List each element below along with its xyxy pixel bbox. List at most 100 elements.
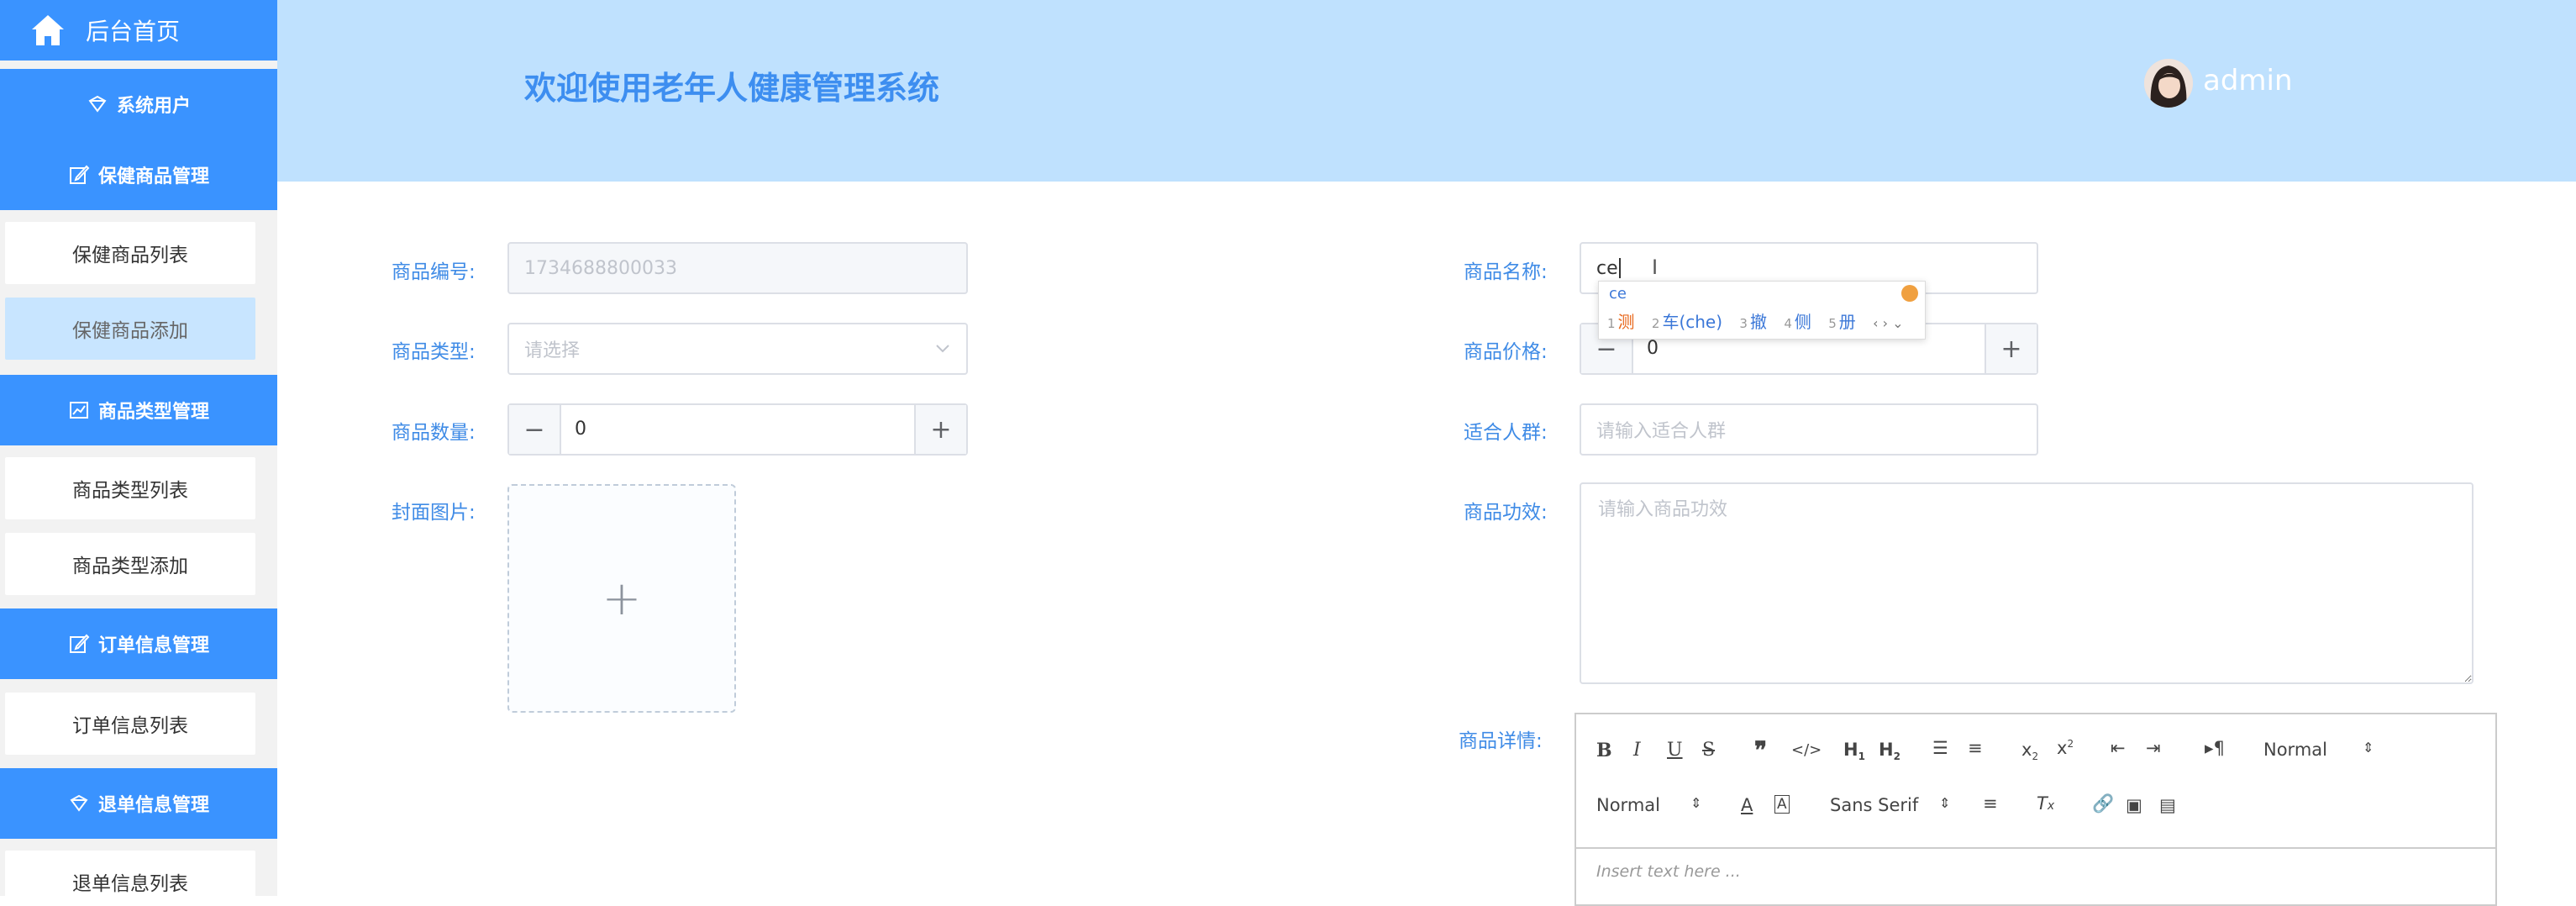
sidebar-item-label: 保健商品列表 (72, 245, 188, 266)
code-input: 1734688800033 (507, 242, 968, 294)
type-select[interactable]: 请选择 (507, 323, 968, 375)
avatar[interactable] (2144, 59, 2193, 108)
chevron-down-icon (936, 345, 949, 353)
ordered-list-icon[interactable]: ☰ (1932, 738, 1948, 758)
size-select[interactable]: Normal ⇕ (1596, 795, 1701, 815)
page-title: 欢迎使用老年人健康管理系统 (524, 70, 940, 107)
sidebar-item-label: 订单信息列表 (72, 715, 188, 737)
effect-label: 商品功效: (1464, 502, 1548, 524)
strike-icon[interactable]: S (1702, 740, 1715, 761)
type-label: 商品类型: (392, 341, 476, 363)
type-placeholder: 请选择 (524, 340, 581, 361)
sidebar-group-order-mgmt[interactable]: 订单信息管理 (0, 608, 277, 679)
sidebar-item-refund-list[interactable]: 退单信息列表 (5, 851, 255, 896)
header2-icon[interactable]: H2 (1879, 740, 1900, 762)
price-increase-button[interactable]: + (1985, 324, 2037, 373)
sidebar-item-label: 商品类型添加 (72, 556, 188, 577)
quantity-value[interactable]: 0 (575, 419, 586, 440)
align-icon[interactable]: ≡ (1983, 793, 1998, 814)
gem-icon (88, 95, 107, 113)
sidebar-group-label: 系统用户 (116, 96, 191, 117)
editor-toolbar: B I U S ❞ </> H1 H2 ☰ ≡ x2 x2 ⇤ ⇥ ▸¶ Nor… (1576, 714, 2495, 849)
sidebar-item-type-list[interactable]: 商品类型列表 (5, 457, 255, 519)
quantity-stepper: − 0 + (507, 403, 968, 456)
sidebar-group-system-users[interactable]: 系统用户 (0, 69, 277, 140)
text-color-icon[interactable]: A (1741, 795, 1753, 815)
ime-pinyin: ce (1609, 285, 1627, 303)
clear-format-icon[interactable]: Tx (2037, 793, 2054, 814)
ibeam-cursor-icon: I (1652, 255, 1659, 279)
bold-icon[interactable]: B (1596, 740, 1612, 761)
background-color-icon[interactable]: A (1774, 795, 1790, 814)
superscript-icon[interactable]: x2 (2057, 738, 2074, 758)
sidebar-item-label: 保健商品添加 (72, 320, 188, 342)
cover-label: 封面图片: (392, 502, 476, 524)
sidebar-item-product-list[interactable]: 保健商品列表 (5, 222, 255, 284)
edit-icon (69, 634, 90, 653)
sidebar-item-product-add[interactable]: 保健商品添加 (5, 298, 255, 360)
detail-label: 商品详情: (1459, 730, 1543, 752)
effect-textarea[interactable] (1580, 482, 2473, 684)
sidebar-home[interactable]: 后台首页 (0, 0, 277, 61)
ime-candidate[interactable]: 5册 (1828, 312, 1856, 332)
blockquote-icon[interactable]: ❞ (1754, 736, 1767, 764)
name-value: ce (1596, 257, 1618, 279)
top-header: 欢迎使用老年人健康管理系统 admin (277, 0, 2576, 182)
image-icon[interactable]: ▣ (2126, 795, 2142, 815)
text-cursor (1618, 258, 1621, 278)
audience-label: 适合人群: (1464, 422, 1548, 444)
price-value[interactable]: 0 (1647, 338, 1659, 359)
subscript-icon[interactable]: x2 (2021, 740, 2038, 762)
sidebar-group-label: 退单信息管理 (97, 795, 209, 816)
sidebar-group-label: 订单信息管理 (97, 635, 209, 656)
ime-candidate-popup: ce 1测 2 车(che) 3撤 4侧 5册 ‹ › ⌄ (1598, 281, 1926, 340)
rtl-direction-icon[interactable]: ▸¶ (2205, 738, 2225, 758)
sidebar: 后台首页 系统用户 保健商品管理 保健商品列表 保健商品添加 商品类型管理 商品… (0, 0, 277, 896)
code-label: 商品编号: (392, 261, 476, 283)
edit-icon (69, 165, 90, 184)
sidebar-item-type-add[interactable]: 商品类型添加 (5, 533, 255, 595)
home-icon (32, 15, 64, 45)
plus-icon: + (602, 571, 642, 626)
sidebar-group-refund-mgmt[interactable]: 退单信息管理 (0, 768, 277, 839)
username[interactable]: admin (2203, 64, 2293, 97)
chart-icon (69, 402, 88, 419)
cover-uploader[interactable]: + (507, 484, 736, 713)
outdent-icon[interactable]: ⇤ (2111, 738, 2126, 758)
sidebar-group-label: 商品类型管理 (97, 402, 209, 423)
sidebar-group-label: 保健商品管理 (97, 166, 209, 187)
link-icon[interactable]: 🔗 (2092, 793, 2114, 814)
underline-icon[interactable]: U (1667, 740, 1683, 761)
bullet-list-icon[interactable]: ≡ (1968, 738, 1983, 758)
italic-icon[interactable]: I (1633, 740, 1641, 761)
ime-candidate[interactable]: 1测 (1607, 312, 1635, 332)
user-avatar-icon (2144, 59, 2193, 108)
sidebar-item-order-list[interactable]: 订单信息列表 (5, 693, 255, 755)
name-label: 商品名称: (1464, 261, 1548, 283)
sidebar-home-label: 后台首页 (86, 18, 181, 45)
price-label: 商品价格: (1464, 341, 1548, 363)
gem-icon (70, 794, 88, 812)
code-block-icon[interactable]: </> (1791, 741, 1822, 759)
quantity-label: 商品数量: (392, 422, 476, 444)
header1-icon[interactable]: H1 (1843, 740, 1865, 762)
ime-candidate[interactable]: 4侧 (1784, 312, 1811, 332)
ime-candidate[interactable]: 2 车(che) (1652, 312, 1722, 332)
audience-input[interactable]: 请输入适合人群 (1580, 403, 2038, 456)
font-select[interactable]: Sans Serif ⇕ (1830, 795, 1950, 815)
ime-logo-icon (1901, 285, 1918, 302)
ime-page-nav[interactable]: ‹ › ⌄ (1873, 315, 1903, 331)
sidebar-item-label: 退单信息列表 (72, 873, 188, 895)
quantity-decrease-button[interactable]: − (509, 405, 561, 454)
indent-icon[interactable]: ⇥ (2146, 738, 2161, 758)
header-select[interactable]: Normal ⇕ (2263, 740, 2374, 760)
code-value: 1734688800033 (524, 257, 677, 279)
ime-candidate[interactable]: 3撤 (1739, 312, 1767, 332)
editor-content[interactable]: Insert text here ... (1596, 862, 1741, 881)
ime-candidates: 1测 2 车(che) 3撤 4侧 5册 ‹ › ⌄ (1607, 308, 1916, 333)
sidebar-item-label: 商品类型列表 (72, 480, 188, 502)
quantity-increase-button[interactable]: + (914, 405, 966, 454)
sidebar-group-product-mgmt[interactable]: 保健商品管理 (0, 140, 277, 210)
sidebar-group-type-mgmt[interactable]: 商品类型管理 (0, 375, 277, 445)
video-icon[interactable]: ▤ (2159, 795, 2176, 815)
